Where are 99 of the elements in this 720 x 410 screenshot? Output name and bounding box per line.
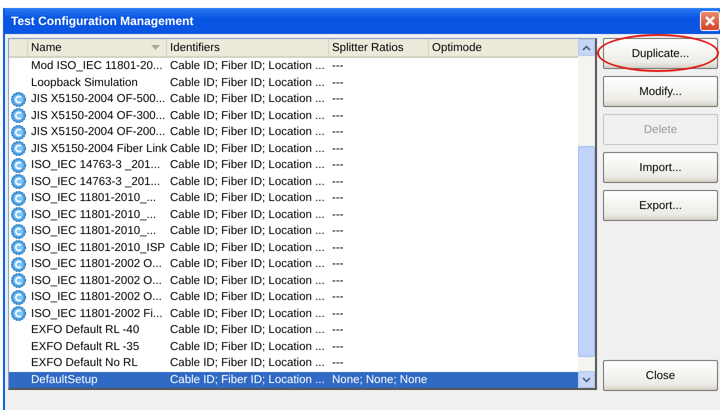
scroll-thumb[interactable] [578, 146, 595, 357]
table-row[interactable]: ISO_IEC 11801-2002 O... Cable ID; Fiber ID; Location ... --- [9, 289, 578, 306]
table-cell-text: --- [331, 225, 344, 238]
table-cell-text: Cable ID; Fiber ID; Location ... [169, 374, 326, 386]
table-cell-text: Cable ID; Fiber ID; Location ... [169, 357, 326, 370]
table-cell-text: Cable ID; Fiber ID; Location ... [169, 159, 326, 172]
table-cell-text: JIS X5150-2004 OF-300... [30, 110, 166, 122]
table-cell-text: --- [331, 357, 344, 370]
table-cell-text: --- [331, 159, 344, 172]
table-cell-text: --- [331, 192, 344, 204]
table-cell-text: EXFO Default RL -35 [30, 340, 140, 353]
table-cell-text: Cable ID; Fiber ID; Location ... [169, 258, 326, 270]
table-cell-text: --- [331, 324, 344, 336]
table-cell-text: Cable ID; Fiber ID; Location ... [169, 142, 326, 155]
table-cell-text: --- [331, 60, 344, 72]
table-cell-text: Cable ID; Fiber ID; Location ... [169, 274, 326, 287]
table-row[interactable]: Loopback Simulation Cable ID; Fiber ID; Location ... --- [9, 74, 578, 91]
table-cell-text: ISO_IEC 14763-3 _201... [30, 176, 162, 188]
table-cell-text: Cable ID; Fiber ID; Location ... [169, 93, 326, 106]
action-button[interactable]: Import... [603, 152, 718, 183]
table-cell-text: --- [331, 142, 344, 155]
table-cell-text: EXFO Default No RL [30, 357, 139, 370]
close-button[interactable] [700, 11, 720, 31]
table-cell-text: ISO_IEC 11801-2010_... [30, 225, 158, 238]
table-row[interactable]: ISO_IEC 11801-2002 O... Cable ID; Fiber ID; Location ... --- [9, 272, 578, 289]
table-cell-text: Cable ID; Fiber ID; Location ... [169, 340, 326, 353]
table-cell-text: Cable ID; Fiber ID; Location ... [169, 324, 326, 336]
table-row[interactable]: ISO_IEC 14763-3 _201... Cable ID; Fiber ID; Location ... --- [9, 157, 578, 174]
close-button[interactable]: Close [603, 360, 718, 391]
table-row[interactable]: ISO_IEC 14763-3 _201... Cable ID; Fiber ID; Location ... --- [9, 174, 578, 190]
table-cell-text: --- [331, 176, 344, 188]
table-cell-text: None; None; None [331, 374, 428, 386]
table-cell-text: JIS X5150-2004 OF-500... [30, 93, 166, 106]
table-row[interactable]: ISO_IEC 11801-2010_ISP Cable ID; Fiber ID; Location ... --- [9, 240, 578, 256]
window-title: Test Configuration Management [11, 14, 194, 28]
table-cell-text: Cable ID; Fiber ID; Location ... [169, 291, 326, 304]
scroll-down-button[interactable] [578, 371, 595, 388]
table-row[interactable]: JIS X5150-2004 OF-200... Cable ID; Fiber ID; Location ... --- [9, 124, 578, 140]
table-cell-text: --- [331, 208, 344, 221]
table-row[interactable]: ISO_IEC 11801-2010_... Cable ID; Fiber ID; Location ... --- [9, 190, 578, 206]
table-cell-text: ISO_IEC 11801-2002 O... [30, 258, 163, 270]
table-cell-text: JIS X5150-2004 OF-200... [30, 126, 166, 138]
table-cell-text: Cable ID; Fiber ID; Location ... [169, 76, 326, 89]
table-row[interactable]: JIS X5150-2004 OF-500... Cable ID; Fiber ID; Location ... --- [9, 91, 578, 108]
table-cell-text: Cable ID; Fiber ID; Location ... [169, 110, 326, 122]
table-cell-text: ISO_IEC 14763-3 _201... [30, 159, 162, 172]
table-cell-text: Cable ID; Fiber ID; Location ... [169, 60, 326, 72]
table-cell-text: --- [331, 76, 344, 89]
chevron-up-icon [582, 44, 591, 50]
table-cell-text: --- [331, 308, 344, 320]
table-row[interactable]: ISO_IEC 11801-2010_... Cable ID; Fiber ID; Location ... --- [9, 206, 578, 223]
table-cell-text: ISO_IEC 11801-2010_... [30, 192, 158, 204]
table-row[interactable]: JIS X5150-2004 Fiber Link Cable ID; Fiber ID; Location ... --- [9, 140, 578, 157]
table-cell-text: Cable ID; Fiber ID; Location ... [169, 126, 326, 138]
column-header[interactable]: Identifiers [166, 39, 328, 56]
table-cell-text: ISO_IEC 11801-2002 O... [30, 274, 163, 287]
table-cell-text: DefaultSetup [30, 374, 98, 386]
scrollbar[interactable] [578, 39, 595, 388]
table-cell-text: --- [331, 110, 344, 122]
table-cell-text: ISO_IEC 11801-2002 O... [30, 291, 163, 304]
close-icon [704, 15, 716, 27]
table-cell-text: ISO_IEC 11801-2010_ISP [30, 242, 166, 254]
action-button[interactable]: Modify... [603, 76, 718, 107]
table-cell-text: Mod ISO_IEC 11801-20... [30, 60, 164, 72]
table-cell-text: Cable ID; Fiber ID; Location ... [169, 242, 326, 254]
table-cell-text: --- [331, 274, 344, 287]
table-row[interactable]: EXFO Default RL -35 Cable ID; Fiber ID; Location ... --- [9, 338, 578, 355]
table-cell-text: ISO_IEC 11801-2002 Fi... [30, 308, 164, 320]
table-cell-text: Cable ID; Fiber ID; Location ... [169, 192, 326, 204]
table-cell-text: --- [331, 93, 344, 106]
table-cell-text: Cable ID; Fiber ID; Location ... [169, 225, 326, 238]
table-row[interactable]: DefaultSetup Cable ID; Fiber ID; Location ... None; None; None [9, 372, 578, 388]
table-row[interactable]: ISO_IEC 11801-2002 Fi... Cable ID; Fiber ID; Location ... --- [9, 306, 578, 322]
table-cell-text: Cable ID; Fiber ID; Location ... [169, 208, 326, 221]
table-row[interactable]: EXFO Default RL -40 Cable ID; Fiber ID; Location ... --- [9, 322, 578, 338]
table-cell-text: --- [331, 258, 344, 270]
table-row[interactable]: EXFO Default No RL Cable ID; Fiber ID; Location ... --- [9, 355, 578, 372]
table-row[interactable]: ISO_IEC 11801-2002 O... Cable ID; Fiber ID; Location ... --- [9, 256, 578, 272]
table-cell-text: ISO_IEC 11801-2010_... [30, 208, 158, 221]
table-cell-text: Cable ID; Fiber ID; Location ... [169, 176, 326, 188]
sort-arrow-icon [151, 45, 160, 50]
table-cell-text: Loopback Simulation [30, 76, 139, 89]
column-header[interactable]: Optimode [428, 39, 568, 56]
table-cell-text: Cable ID; Fiber ID; Location ... [169, 308, 326, 320]
column-header[interactable]: Splitter Ratios [328, 39, 428, 56]
table-row[interactable]: ISO_IEC 11801-2010_... Cable ID; Fiber ID; Location ... --- [9, 223, 578, 240]
action-button[interactable]: Export... [603, 190, 718, 221]
scroll-up-button[interactable] [578, 39, 595, 56]
action-button[interactable]: Duplicate... [603, 38, 718, 69]
table-cell-text: --- [331, 126, 344, 138]
table-cell-text: --- [331, 340, 344, 353]
table-cell-text: --- [331, 291, 344, 304]
table-row[interactable]: JIS X5150-2004 OF-300... Cable ID; Fiber ID; Location ... --- [9, 108, 578, 124]
table-row[interactable]: Mod ISO_IEC 11801-20... Cable ID; Fiber ID; Location ... --- [9, 58, 578, 74]
table-cell-text: --- [331, 242, 344, 254]
table-cell-text: JIS X5150-2004 Fiber Link [30, 142, 166, 155]
chevron-down-icon [582, 376, 591, 382]
table-cell-text: EXFO Default RL -40 [30, 324, 140, 336]
column-header[interactable]: Name [27, 39, 166, 56]
